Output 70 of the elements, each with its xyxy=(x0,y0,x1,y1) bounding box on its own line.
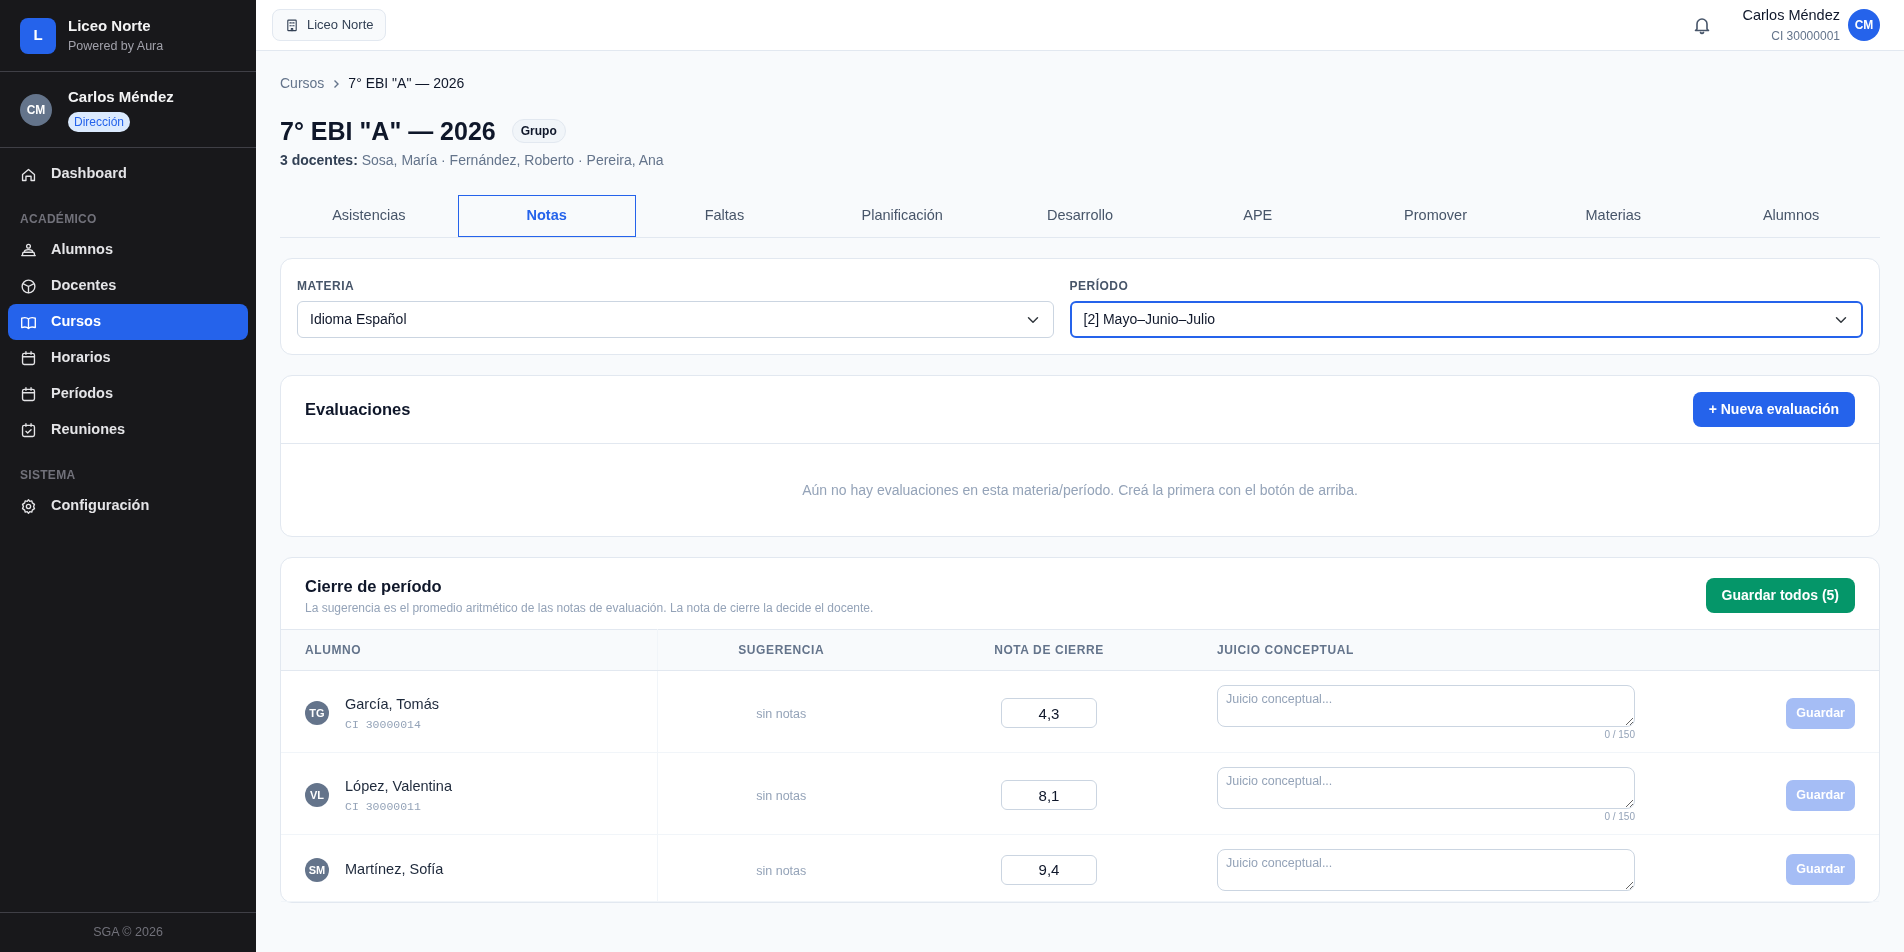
tab[interactable]: Notas xyxy=(457,195,636,237)
building-icon xyxy=(285,18,299,32)
column-header: JUICIO CONCEPTUAL xyxy=(1193,629,1742,671)
suggestion-text: sin notas xyxy=(756,863,807,878)
column-header: ALUMNO xyxy=(281,629,657,671)
student-avatar: SM xyxy=(305,857,329,882)
user-avatar: CM xyxy=(20,93,52,126)
logo-icon: L xyxy=(20,17,56,54)
tab[interactable]: Planificación xyxy=(813,195,992,237)
tab[interactable]: Alumnos xyxy=(1702,195,1880,237)
student-name: López, Valentina xyxy=(345,776,452,796)
nav-section-label: SISTEMA xyxy=(19,467,77,484)
panel-title: Cierre de período xyxy=(305,576,443,597)
nav-item[interactable]: Reuniones xyxy=(8,412,248,448)
nav-item[interactable]: Docentes xyxy=(8,268,248,304)
calendar-icon xyxy=(20,349,37,367)
suggestion-text: sin notas xyxy=(756,789,807,804)
character-counter: 0 / 150 xyxy=(1603,727,1635,742)
tab[interactable]: Materias xyxy=(1524,195,1703,237)
teachers-line: 3 docentes: Sosa, María · Fernández, Roberto · Pereira, Ana xyxy=(280,151,665,170)
select-field[interactable]: [2] Mayo–Junio–Julio xyxy=(1069,301,1863,338)
student-avatar: TG xyxy=(305,701,329,726)
nav-item[interactable]: Cursos xyxy=(8,304,248,340)
field-label: PERÍODO xyxy=(1069,277,1130,295)
breadcrumb-current: 7° EBI "A" — 2026 xyxy=(348,74,465,93)
empty-state-text: Aún no hay evaluaciones en esta materia/período. Creá la primera con el botón de arriba. xyxy=(802,480,1358,500)
tab[interactable]: Faltas xyxy=(635,195,814,237)
student-id: CI 30000014 xyxy=(345,716,422,733)
brand-name: Liceo Norte xyxy=(68,15,152,36)
people-icon xyxy=(20,241,37,259)
school-chip[interactable]: Liceo Norte xyxy=(272,9,387,41)
panel-subtitle: La sugerencia es el promedio aritmético de las notas de evaluación. La nota de cierre la decide el docente. xyxy=(305,599,874,617)
nav-section-label: ACADÉMICO xyxy=(19,210,98,228)
nav-item[interactable]: Configuración xyxy=(8,488,248,524)
breadcrumb-link[interactable]: Cursos xyxy=(280,73,325,94)
cube-icon xyxy=(20,277,37,295)
student-name: García, Tomás xyxy=(345,694,440,714)
column-header: SUGERENCIA xyxy=(657,629,905,671)
role-badge: Dirección xyxy=(68,111,130,132)
user-name: Carlos Méndez xyxy=(68,87,174,108)
select-field[interactable]: Idioma Español xyxy=(297,301,1054,338)
page-title: 7° EBI "A" — 2026 xyxy=(280,116,496,146)
calendar-check-icon xyxy=(20,421,37,439)
student-id: CI 30000011 xyxy=(345,798,422,815)
suggestion-text: sin notas xyxy=(756,707,807,722)
chevron-icon xyxy=(332,78,341,89)
field-label: MATERIA xyxy=(297,278,356,295)
nav-item[interactable]: Períodos xyxy=(8,376,248,412)
character-counter: 0 / 150 xyxy=(1603,809,1635,824)
student-avatar: VL xyxy=(305,783,329,808)
new-evaluation-button[interactable]: + Nueva evaluación xyxy=(1692,392,1855,427)
panel-title: Evaluaciones xyxy=(305,399,411,421)
user-id: CI 30000001 xyxy=(1770,27,1840,45)
calendar-icon xyxy=(20,385,37,403)
nav-item[interactable]: Alumnos xyxy=(8,232,248,268)
nav-item[interactable]: Horarios xyxy=(8,340,248,376)
group-badge: Grupo xyxy=(511,119,566,143)
save-all-button[interactable]: Guardar todos (5) xyxy=(1705,577,1855,613)
nav-item[interactable]: Dashboard xyxy=(8,156,248,192)
tab[interactable]: Desarrollo xyxy=(991,195,1169,237)
user-avatar[interactable]: CM xyxy=(1848,9,1880,41)
tab[interactable]: Asistencias xyxy=(280,195,458,237)
student-name: Martínez, Sofía xyxy=(345,859,444,879)
brand-subtitle: Powered by Aura xyxy=(68,38,164,56)
footer-text: SGA © 2026 xyxy=(0,912,256,952)
tab[interactable]: Promover xyxy=(1346,195,1525,237)
settings-icon xyxy=(20,497,37,515)
user-name: Carlos Méndez xyxy=(1742,6,1840,26)
tab[interactable]: APE xyxy=(1168,195,1347,237)
column-header: NOTA DE CIERRE xyxy=(905,629,1193,671)
